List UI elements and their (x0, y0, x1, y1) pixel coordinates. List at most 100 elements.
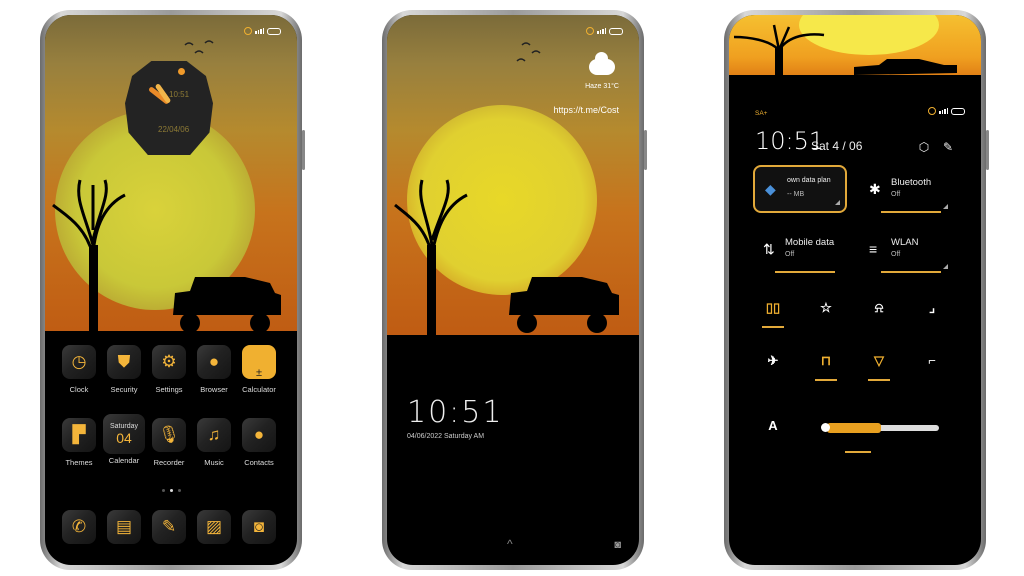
brightness-sun-icon (821, 423, 830, 432)
shield-icon: ⛊ (107, 345, 141, 379)
lock-date: 04/06/2022 Saturday AM (407, 433, 485, 440)
drag-handle[interactable] (845, 451, 871, 453)
paint-roller-icon: ▛ (62, 418, 96, 452)
notification-bell-icon: ⍾ (874, 300, 884, 315)
weather-text: Haze 31°C (585, 83, 619, 90)
clock-icon: ◷ (62, 345, 96, 379)
phone-home-screen: 10:51 22/04/06 ◷ Clock ⛊ Security ⚙ Setting… (40, 10, 305, 570)
expand-corner-icon (835, 200, 840, 205)
app-recorder[interactable]: 🎙 Recorder (147, 418, 191, 467)
clock-dot (178, 68, 185, 75)
dock-phone[interactable]: ✆ (57, 510, 101, 544)
tile-title: Mobile data (785, 237, 835, 248)
dock-gallery[interactable]: ▨ (192, 510, 236, 544)
side-button (644, 130, 647, 170)
alarm-icon (586, 27, 594, 35)
tile-data-plan[interactable]: ◆ own data plan -- MB (753, 165, 847, 213)
toggle-rotation-lock[interactable]: ⌐ (917, 353, 947, 368)
weather-widget[interactable]: Haze 31°C (585, 52, 619, 90)
page-indicator (45, 489, 297, 492)
signal-icon (255, 28, 264, 34)
edit-icon[interactable]: ✎ (941, 140, 955, 154)
toggle-airplane[interactable]: ✈ (758, 353, 788, 369)
settings-icon[interactable]: ⬡ (917, 140, 931, 154)
app-browser[interactable]: ● Browser (192, 345, 236, 394)
airplane-icon: ✈ (767, 353, 779, 368)
battery-icon (951, 107, 965, 115)
tile-mobile-data[interactable]: ⇅ Mobile data Off (753, 227, 847, 275)
dock-camera[interactable]: ◙ (237, 510, 281, 544)
notes-pen-icon: ✎ (152, 510, 186, 544)
toggle-flashlight[interactable]: ☆ (811, 300, 841, 316)
app-themes[interactable]: ▛ Themes (57, 418, 101, 467)
app-calendar[interactable]: Saturday 04 Calendar (102, 414, 146, 465)
lock-screen: Haze 31°C https://t.me/Cost 10:51 04/06/… (387, 15, 639, 565)
app-clock[interactable]: ◷ Clock (57, 345, 101, 394)
mobile-data-icon: ⇅ (763, 241, 775, 257)
gallery-icon: ▨ (197, 510, 231, 544)
toggle-notifications[interactable]: ⍾ (864, 300, 894, 316)
wallpaper-header (729, 15, 981, 85)
app-label: Music (204, 458, 224, 467)
app-label: Calculator (242, 385, 276, 394)
expand-corner-icon (943, 264, 948, 269)
side-button (986, 130, 989, 170)
person-icon: ● (242, 418, 276, 452)
battery-icon (609, 27, 623, 35)
toggle-vibrate[interactable]: ▯▯ (758, 300, 788, 328)
app-security[interactable]: ⛊ Security (102, 345, 146, 394)
tile-indicator (881, 211, 941, 213)
phone-icon: ✆ (62, 510, 96, 544)
brightness-slider[interactable] (827, 423, 939, 433)
status-bar (586, 27, 623, 35)
tile-bluetooth[interactable]: ✱ Bluetooth Off (859, 167, 953, 215)
signal-icon (939, 108, 948, 114)
status-bar (244, 27, 281, 35)
app-label: Contacts (244, 458, 274, 467)
water-drop-icon: ◆ (765, 181, 776, 197)
toggle-location[interactable]: ▽ (864, 353, 894, 381)
camera-shortcut-icon[interactable]: ◙ (614, 539, 621, 551)
clock-widget[interactable]: 10:51 22/04/06 (125, 61, 213, 155)
auto-brightness-button[interactable]: A (758, 418, 788, 433)
tile-indicator (775, 271, 835, 273)
toggle-screenshot[interactable]: ⌟ (917, 300, 947, 316)
tile-wlan[interactable]: ≡ WLAN Off (859, 227, 953, 275)
cloud-lightning-icon (589, 52, 616, 75)
app-label: Clock (69, 385, 89, 394)
tile-title: own data plan (787, 177, 831, 184)
widget-time: 10:51 (169, 90, 190, 99)
page-dot[interactable] (161, 489, 165, 492)
app-calculator[interactable]: ± Calculator (237, 345, 281, 394)
tile-subtitle: Off (891, 191, 901, 198)
toggle-cast[interactable]: ⊓ (811, 353, 841, 381)
signal-icon (597, 28, 606, 34)
swipe-up-icon[interactable]: ^ (507, 537, 513, 551)
app-label: Recorder (153, 458, 185, 467)
control-center-screen: SA+ 10:51 Sat 4 / 06 ⬡ ✎ ◆ own data plan… (729, 15, 981, 565)
dock-messages[interactable]: ▤ (102, 510, 146, 544)
tile-indicator (881, 271, 941, 273)
page-dot[interactable] (177, 489, 181, 492)
cast-icon: ⊓ (820, 353, 832, 368)
cc-date: Sat 4 / 06 (811, 139, 863, 153)
lock-time: 10:51 (407, 395, 504, 430)
flashlight-icon: ☆ (820, 300, 832, 315)
message-icon: ▤ (107, 510, 141, 544)
tile-title: Bluetooth (891, 177, 932, 188)
app-contacts[interactable]: ● Contacts (237, 418, 281, 467)
dock-notes[interactable]: ✎ (147, 510, 191, 544)
lock-url-text: https://t.me/Cost (553, 105, 619, 115)
app-label: Themes (65, 458, 93, 467)
alarm-icon (928, 107, 936, 115)
app-settings[interactable]: ⚙ Settings (147, 345, 191, 394)
page-dot-active[interactable] (169, 489, 173, 492)
expand-corner-icon (943, 204, 948, 209)
calendar-icon: Saturday 04 (103, 414, 145, 454)
planet-icon: ● (197, 345, 231, 379)
tile-title: WLAN (891, 237, 919, 248)
tile-subtitle: -- MB (787, 191, 805, 198)
app-music[interactable]: ♫ Music (192, 418, 236, 467)
app-label: Settings (155, 385, 183, 394)
calendar-day: Saturday (109, 422, 139, 430)
